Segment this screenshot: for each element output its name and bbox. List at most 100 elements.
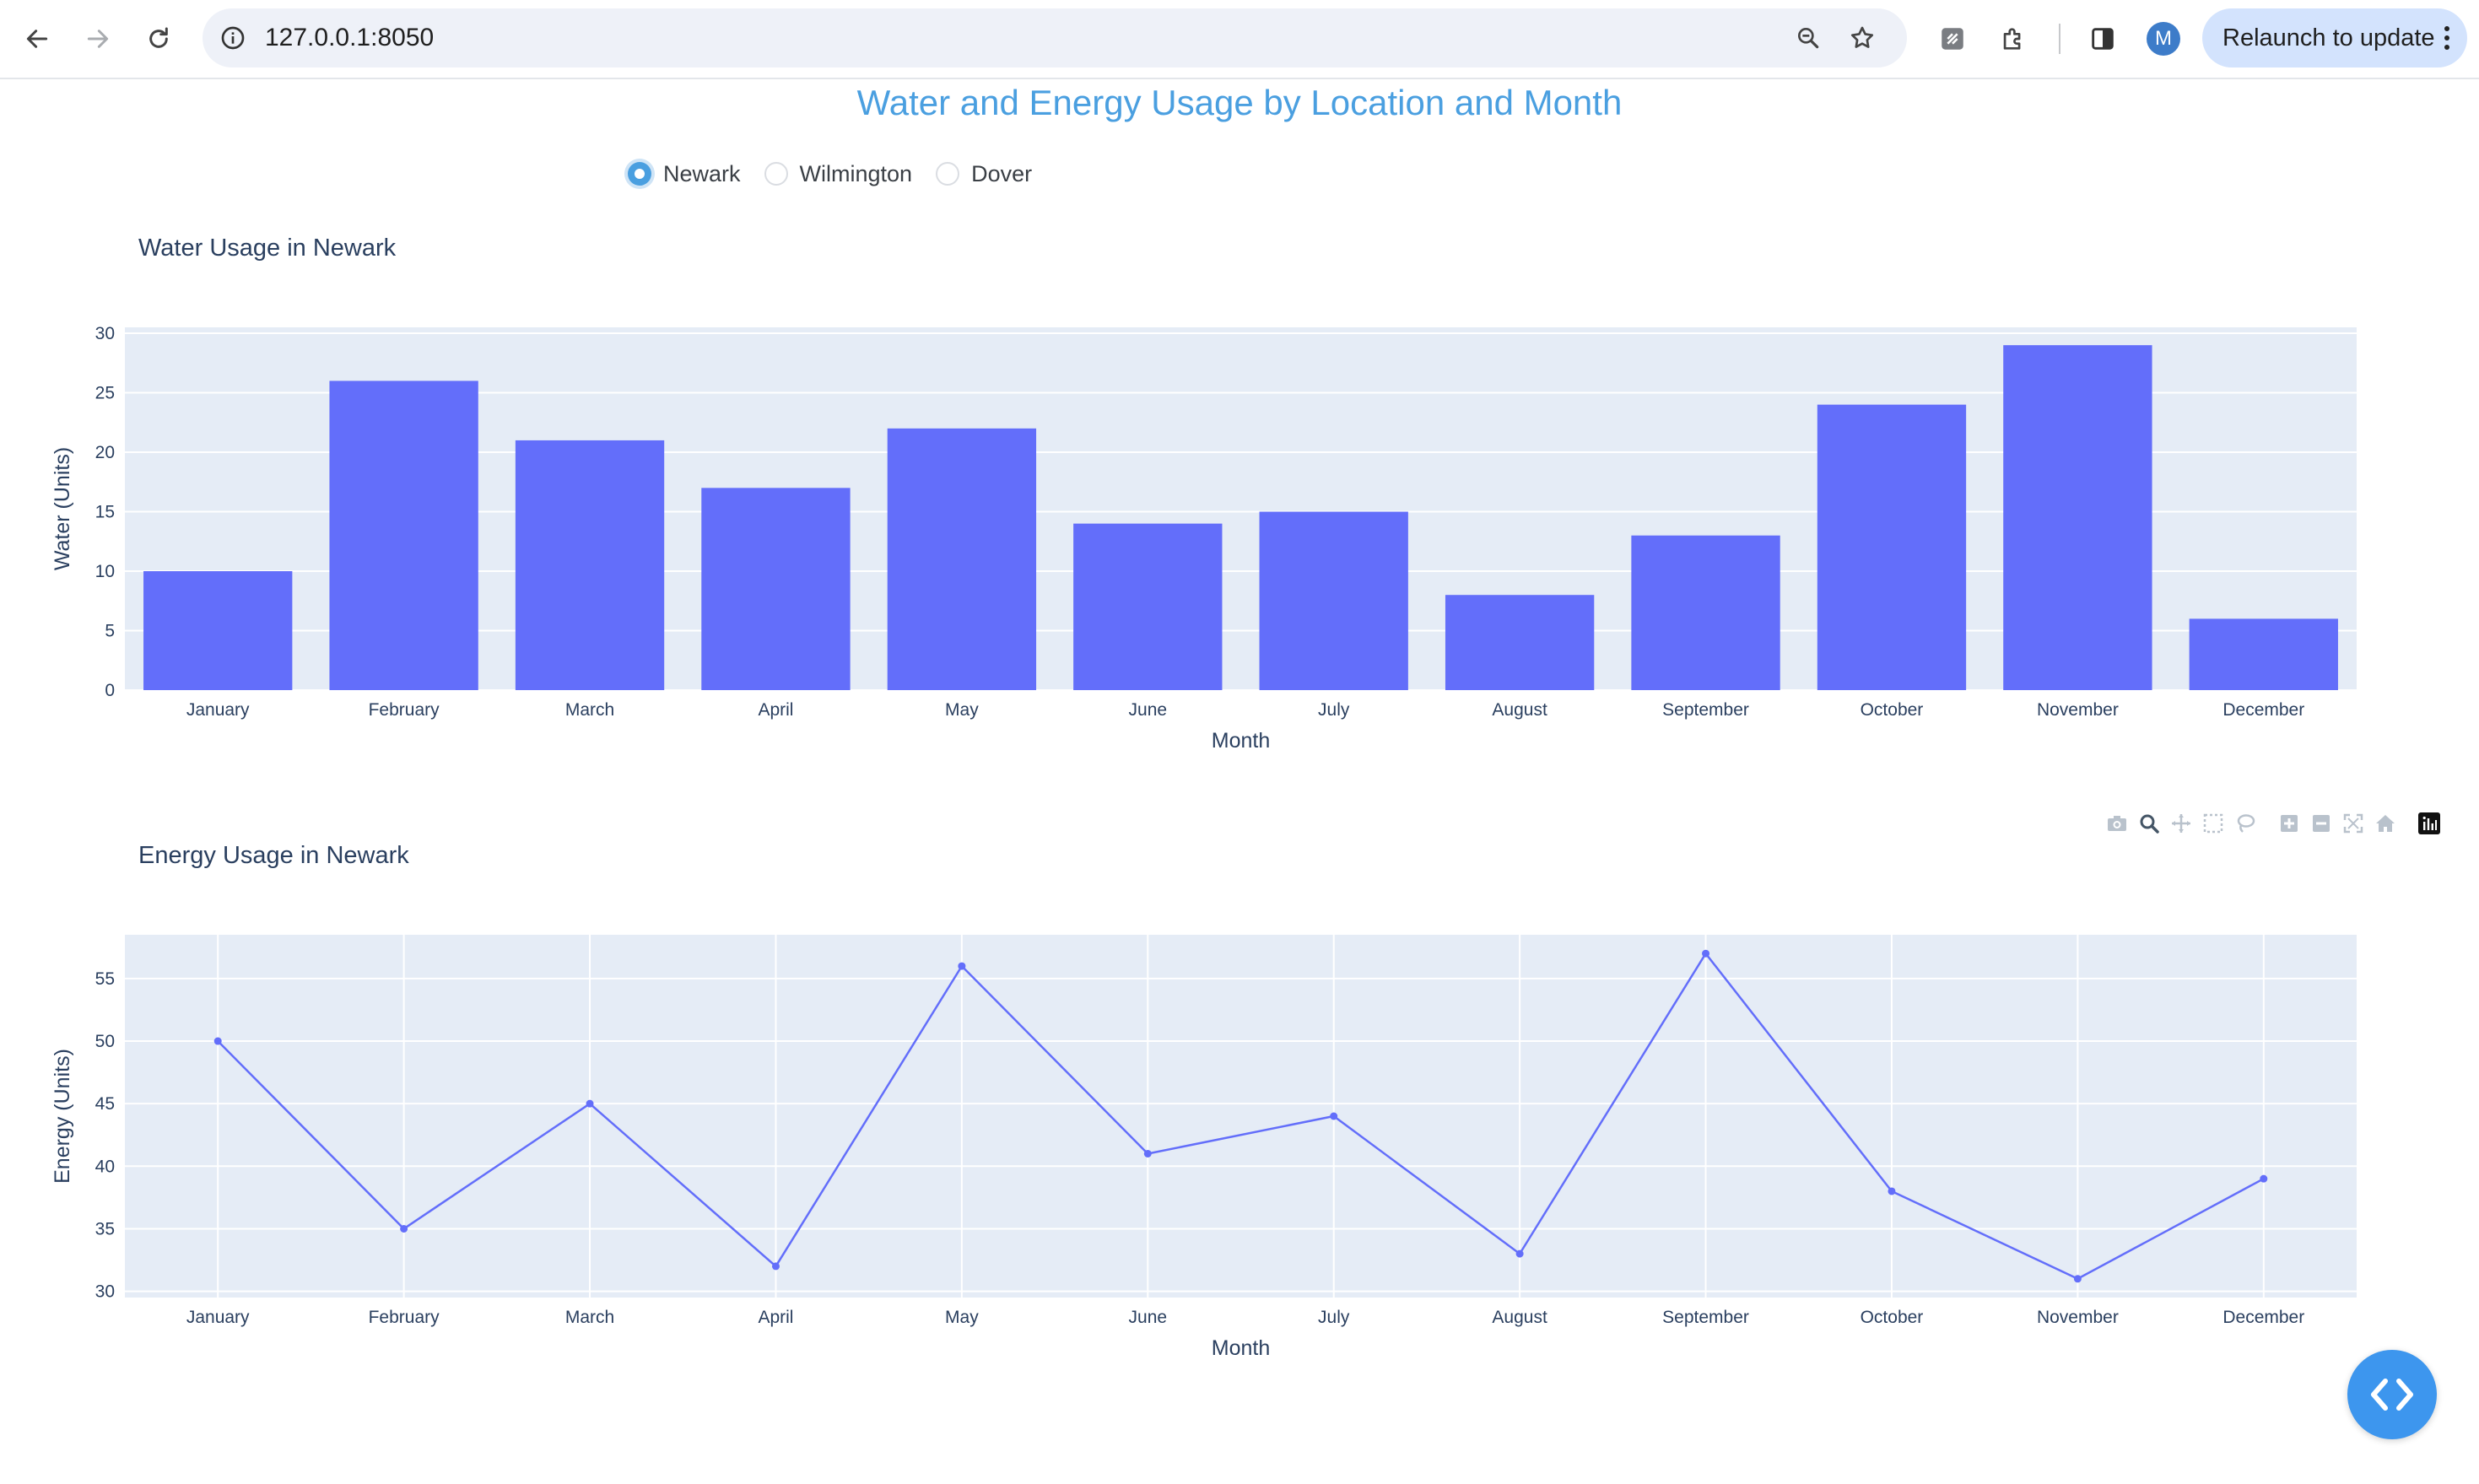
address-bar[interactable]: 127.0.0.1:8050 bbox=[203, 8, 1907, 67]
code-toggle-button[interactable] bbox=[2347, 1350, 2437, 1439]
data-point bbox=[958, 962, 966, 970]
code-brackets-icon bbox=[2371, 1379, 2413, 1411]
zoom-in-icon[interactable] bbox=[2273, 810, 2305, 837]
relaunch-label: Relaunch to update bbox=[2222, 24, 2435, 51]
x-axis-title: Month bbox=[1212, 729, 1270, 753]
data-point bbox=[213, 1037, 222, 1045]
plotly-modebar bbox=[2101, 810, 2445, 837]
x-tick-label: July bbox=[1318, 1308, 1350, 1327]
profile-avatar[interactable]: M bbox=[2147, 22, 2180, 56]
y-tick-label: 45 bbox=[95, 1094, 115, 1114]
x-tick-label: June bbox=[1129, 1308, 1168, 1327]
x-tick-label: November bbox=[2037, 700, 2119, 720]
camera-icon[interactable] bbox=[2101, 810, 2133, 837]
data-point bbox=[2073, 1275, 2082, 1283]
zoom-icon[interactable] bbox=[2133, 810, 2165, 837]
y-tick-label: 55 bbox=[95, 969, 115, 989]
reload-icon[interactable] bbox=[137, 17, 181, 61]
x-tick-label: March bbox=[565, 700, 614, 720]
location-radio-group: Newark Wilmington Dover bbox=[628, 159, 1056, 189]
bar bbox=[701, 488, 851, 690]
x-tick-label: April bbox=[758, 700, 793, 720]
y-tick-label: 5 bbox=[105, 622, 115, 641]
radio-newark[interactable]: Newark bbox=[628, 161, 741, 187]
x-tick-label: September bbox=[1662, 1308, 1749, 1327]
x-tick-label: February bbox=[369, 700, 440, 720]
back-arrow-icon[interactable] bbox=[15, 17, 59, 61]
x-tick-label: May bbox=[945, 1308, 979, 1327]
x-tick-label: February bbox=[369, 1308, 440, 1327]
y-tick-label: 40 bbox=[95, 1157, 115, 1176]
plot-area bbox=[125, 935, 2357, 1298]
lasso-select-icon[interactable] bbox=[2229, 810, 2261, 837]
radio-button-checked[interactable] bbox=[628, 162, 651, 186]
energy-chart-title: Energy Usage in Newark bbox=[138, 842, 409, 869]
bookmark-star-icon[interactable] bbox=[1844, 20, 1880, 56]
radio-wilmington[interactable]: Wilmington bbox=[764, 161, 912, 187]
plotly-logo-icon[interactable] bbox=[2413, 810, 2445, 837]
x-tick-label: May bbox=[945, 700, 979, 720]
bar bbox=[2003, 345, 2152, 690]
x-tick-label: January bbox=[186, 700, 250, 720]
autoscale-icon[interactable] bbox=[2337, 810, 2369, 837]
y-tick-label: 20 bbox=[95, 443, 115, 462]
data-point bbox=[1702, 949, 1710, 958]
y-tick-label: 10 bbox=[95, 562, 115, 581]
energy-usage-line-chart[interactable]: 30 35 40 45 50 55 January February March April May… bbox=[0, 911, 2479, 1367]
data-point bbox=[771, 1262, 780, 1271]
data-point bbox=[400, 1224, 408, 1233]
extension-icon[interactable] bbox=[1932, 19, 1973, 59]
y-axis-title: Energy (Units) bbox=[51, 1049, 74, 1184]
bar bbox=[1631, 535, 1780, 690]
y-tick-label: 15 bbox=[95, 503, 115, 522]
y-tick-label: 0 bbox=[105, 681, 115, 700]
x-tick-label: December bbox=[2222, 1308, 2304, 1327]
bar bbox=[887, 428, 1037, 690]
bar bbox=[143, 571, 293, 690]
radio-button[interactable] bbox=[764, 162, 788, 186]
x-tick-label: July bbox=[1318, 700, 1350, 720]
x-tick-label: June bbox=[1129, 700, 1168, 720]
y-tick-label: 50 bbox=[95, 1032, 115, 1051]
page-title: Water and Energy Usage by Location and M… bbox=[856, 83, 1623, 122]
reset-axes-icon[interactable] bbox=[2369, 810, 2401, 837]
data-point bbox=[1515, 1249, 1524, 1258]
x-axis-title: Month bbox=[1212, 1336, 1270, 1360]
water-chart-title: Water Usage in Newark bbox=[138, 235, 397, 262]
bar bbox=[1445, 595, 1595, 690]
x-tick-label: October bbox=[1861, 1308, 1924, 1327]
y-tick-label: 25 bbox=[95, 384, 115, 403]
x-tick-label: August bbox=[1492, 1308, 1547, 1327]
url-text[interactable]: 127.0.0.1:8050 bbox=[265, 8, 434, 67]
browser-toolbar: 127.0.0.1:8050 M Relaunch to update bbox=[0, 0, 2479, 79]
bar bbox=[329, 380, 478, 690]
x-tick-label: November bbox=[2037, 1308, 2119, 1327]
bar bbox=[2189, 618, 2338, 690]
x-tick-label: April bbox=[758, 1308, 793, 1327]
x-tick-label: January bbox=[186, 1308, 250, 1327]
bar bbox=[1259, 511, 1408, 690]
zoom-out-icon[interactable] bbox=[2305, 810, 2337, 837]
relaunch-button[interactable]: Relaunch to update bbox=[2202, 8, 2467, 67]
data-point bbox=[586, 1099, 594, 1108]
radio-label: Newark bbox=[663, 160, 741, 186]
pan-icon[interactable] bbox=[2165, 810, 2197, 837]
data-point bbox=[1888, 1187, 1896, 1195]
bar bbox=[515, 440, 665, 690]
data-point bbox=[2260, 1174, 2268, 1183]
bar bbox=[1817, 404, 1967, 690]
box-select-icon[interactable] bbox=[2197, 810, 2229, 837]
side-panel-icon[interactable] bbox=[2082, 19, 2123, 59]
water-usage-bar-chart[interactable]: 0 5 10 15 20 25 30 January February March April May… bbox=[0, 304, 2479, 759]
forward-arrow-icon[interactable] bbox=[76, 17, 120, 61]
bar bbox=[1073, 523, 1223, 690]
kebab-menu-icon[interactable] bbox=[2438, 24, 2455, 52]
puzzle-icon[interactable] bbox=[1993, 19, 2033, 59]
zoom-icon[interactable] bbox=[1790, 20, 1826, 56]
info-icon[interactable] bbox=[213, 18, 253, 58]
toolbar-divider bbox=[2059, 24, 2060, 54]
radio-button[interactable] bbox=[936, 162, 960, 186]
x-tick-label: October bbox=[1861, 700, 1924, 720]
radio-dover[interactable]: Dover bbox=[936, 161, 1032, 187]
data-point bbox=[1330, 1112, 1338, 1120]
